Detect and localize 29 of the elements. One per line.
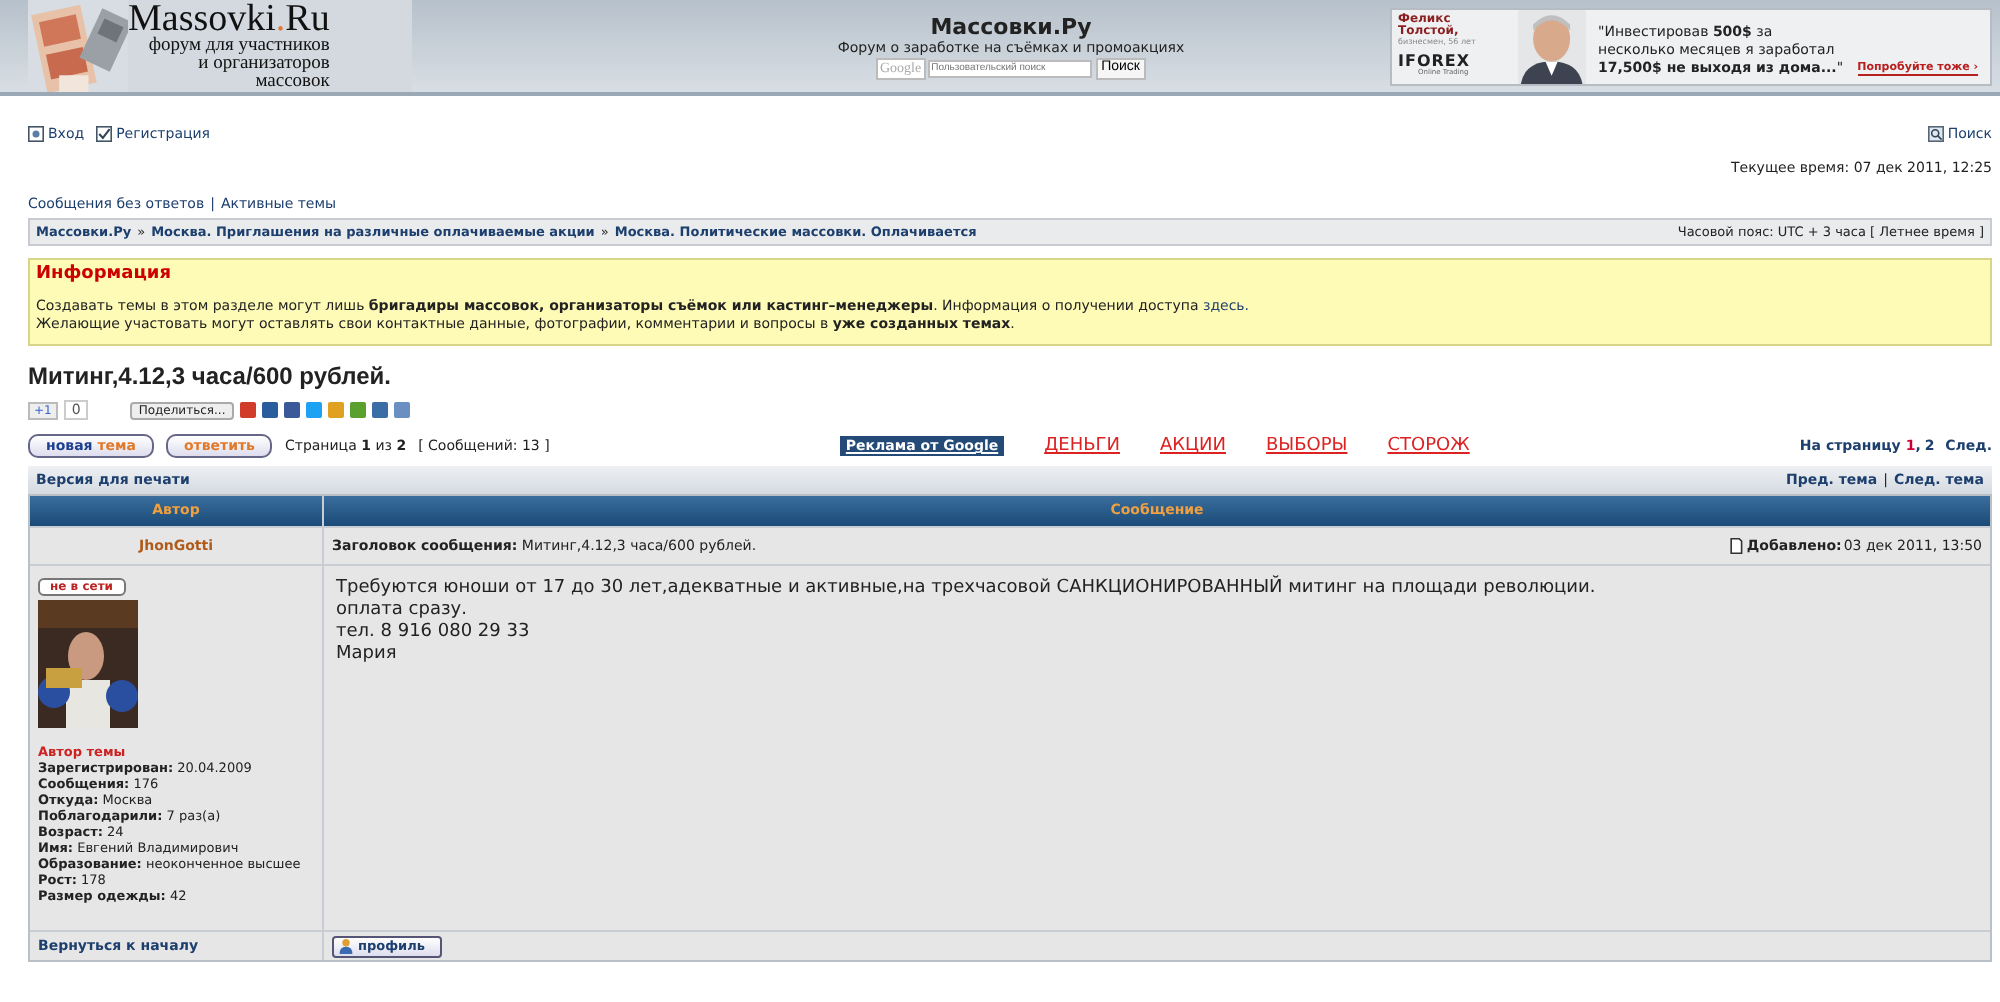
checkmark-icon	[96, 126, 113, 142]
logo-tagline: массовок	[255, 74, 330, 92]
post-text: Мария	[336, 644, 399, 666]
ad-broker-logo: IFOREX	[1398, 53, 1473, 69]
logo-tagline: форум для участников	[148, 38, 330, 56]
share-service-icon[interactable]	[261, 402, 278, 418]
info-title: Информация	[36, 264, 173, 284]
logo-tagline: и организаторов	[198, 56, 330, 74]
post-text: оплата сразу.	[336, 600, 469, 622]
share-service-icon[interactable]	[239, 402, 256, 418]
share-service-icon[interactable]	[305, 402, 322, 418]
ad-link[interactable]: СТОРОЖ	[1387, 436, 1470, 456]
person-icon	[338, 938, 354, 954]
share-service-icon[interactable]	[349, 402, 366, 418]
ad-link[interactable]: ВЫБОРЫ	[1266, 436, 1348, 456]
share-service-icon[interactable]	[371, 402, 388, 418]
site-logo[interactable]: Massovki.Ru форум для участников и организаторов массовок	[28, 0, 412, 92]
login-icon	[28, 126, 44, 142]
share-service-icon[interactable]	[283, 402, 300, 418]
logo-name: Massovki.Ru	[128, 0, 330, 38]
document-icon	[1728, 538, 1745, 554]
share-service-icon[interactable]	[393, 402, 410, 418]
site-title: Массовки.Ру	[930, 13, 1092, 39]
search-icon	[1927, 126, 1944, 142]
topic-title: Митинг,4.12,3 часа/600 рублей.	[28, 362, 393, 390]
ad-link[interactable]: АКЦИИ	[1160, 436, 1226, 456]
post-text: тел. 8 916 080 29 33	[336, 622, 532, 644]
ad-link[interactable]: ДЕНЬГИ	[1044, 436, 1120, 456]
post-text: Требуются юноши от 17 до 30 лет,адекватные и активные,на трехчасовой САНКЦИОНИРОВАННЫЙ митинг на площади революции.	[336, 578, 1598, 600]
